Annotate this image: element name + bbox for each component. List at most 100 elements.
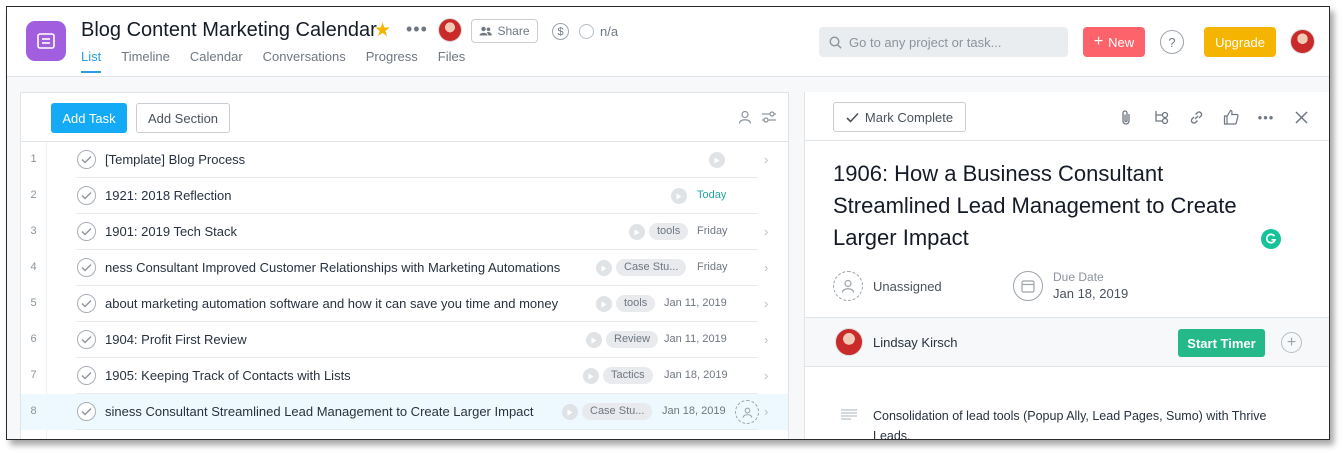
more-options-icon[interactable]: ••• [406, 19, 428, 40]
complete-checkmark-icon[interactable] [77, 294, 96, 313]
task-name-cell[interactable]: siness Consultant Streamlined Lead Manag… [105, 403, 589, 421]
due-date-value[interactable]: Jan 18, 2019 [1053, 286, 1128, 301]
tab-list[interactable]: List [81, 49, 102, 73]
star-icon[interactable]: ★ [374, 19, 391, 42]
play-timer-icon[interactable] [629, 224, 645, 240]
subtask-icon[interactable] [1152, 108, 1170, 126]
tab-calendar[interactable]: Calendar [190, 49, 243, 73]
tag-badge[interactable]: Case Stu... [582, 403, 653, 420]
person-filter-icon[interactable] [738, 110, 752, 124]
tab-conversations[interactable]: Conversations [263, 49, 346, 73]
due-date[interactable]: Jan 18, 2019 [662, 405, 726, 417]
project-owner-avatar[interactable] [438, 18, 462, 42]
task-row[interactable]: 7 1905: Keeping Track of Contacts with Li… [21, 358, 788, 394]
complete-checkmark-icon[interactable] [77, 330, 96, 349]
play-timer-icon[interactable] [586, 332, 602, 348]
task-title[interactable]: 1906: How a Business Consultant Streamli… [833, 158, 1283, 254]
due-date[interactable]: Friday [697, 225, 728, 237]
tag-badge[interactable]: Tactics [603, 367, 653, 384]
timer-user-name: Lindsay Kirsch [873, 335, 958, 350]
check-icon [846, 112, 859, 123]
add-timer-icon[interactable]: + [1281, 332, 1302, 353]
play-timer-icon[interactable] [596, 260, 612, 276]
tag-badge[interactable]: tools [616, 295, 656, 312]
due-date[interactable]: Jan 11, 2019 [664, 333, 727, 345]
due-date[interactable]: Jan 11, 2019 [664, 297, 727, 309]
task-name-cell[interactable]: [Template] Blog Process [105, 151, 589, 169]
row-number: 1 [30, 153, 37, 165]
task-name-cell[interactable]: 1901: 2019 Tech Stack [105, 223, 589, 241]
play-timer-icon[interactable] [671, 188, 687, 204]
link-icon[interactable] [1187, 108, 1205, 126]
task-name-cell[interactable]: 1905: Keeping Track of Contacts with Lis… [105, 367, 589, 385]
chevron-right-icon[interactable]: › [764, 260, 768, 275]
share-button[interactable]: Share [471, 19, 538, 43]
play-timer-icon[interactable] [583, 368, 599, 384]
task-name: 1901: 2019 Tech Stack [105, 224, 238, 239]
project-status-text[interactable]: n/a [600, 24, 618, 39]
task-row[interactable]: 5 about marketing automation software and… [21, 286, 788, 322]
dollar-icon[interactable]: $ [552, 23, 569, 40]
chevron-right-icon[interactable]: › [764, 152, 768, 167]
play-timer-icon[interactable] [596, 296, 612, 312]
chevron-right-icon[interactable]: › [764, 368, 768, 383]
help-icon[interactable]: ? [1160, 30, 1184, 54]
chevron-right-icon[interactable]: › [764, 296, 768, 311]
row-divider [76, 429, 758, 430]
user-avatar[interactable] [1290, 29, 1315, 54]
close-icon[interactable] [1292, 108, 1310, 126]
assignee-icon[interactable] [735, 400, 759, 424]
play-timer-icon[interactable] [709, 152, 725, 168]
sort-icon[interactable] [761, 110, 777, 124]
assignee-text[interactable]: Unassigned [873, 279, 942, 294]
mark-complete-button[interactable]: Mark Complete [833, 102, 966, 132]
tab-progress[interactable]: Progress [366, 49, 418, 73]
like-icon[interactable] [1222, 108, 1240, 126]
task-name-cell[interactable]: 1904: Profit First Review [105, 331, 589, 349]
task-row[interactable]: 3 1901: 2019 Tech Stack tools Friday › [21, 214, 788, 250]
new-button[interactable]: + New [1083, 27, 1145, 57]
search-input[interactable]: Go to any project or task... [819, 27, 1068, 57]
add-task-button[interactable]: Add Task [51, 103, 127, 133]
calendar-icon[interactable] [1013, 271, 1043, 301]
complete-checkmark-icon[interactable] [77, 150, 96, 169]
grammarly-icon[interactable] [1261, 229, 1281, 249]
play-timer-icon[interactable] [562, 404, 578, 420]
chevron-right-icon[interactable]: › [764, 332, 768, 347]
complete-checkmark-icon[interactable] [77, 222, 96, 241]
status-circle-icon[interactable] [579, 24, 594, 39]
project-list-icon[interactable] [26, 21, 66, 61]
due-date[interactable]: Jan 18, 2019 [664, 369, 728, 381]
task-description[interactable]: Consolidation of lead tools (Popup Ally,… [873, 406, 1293, 439]
tab-files[interactable]: Files [438, 49, 465, 73]
task-row[interactable]: 6 1904: Profit First Review Review Jan 11, … [21, 322, 788, 358]
complete-checkmark-icon[interactable] [77, 402, 96, 421]
chevron-right-icon[interactable]: › [764, 404, 768, 419]
task-row[interactable]: 2 1921: 2018 Reflection Today [21, 178, 788, 214]
add-section-button[interactable]: Add Section [136, 103, 230, 133]
task-name: 1904: Profit First Review [105, 332, 247, 347]
task-name-cell[interactable]: 1921: 2018 Reflection [105, 187, 589, 205]
task-list-pane: Add Task Add Section 1 [Template] Blog Pr… [20, 92, 789, 439]
task-row[interactable]: 1 [Template] Blog Process › [21, 142, 788, 178]
chevron-right-icon[interactable]: › [764, 224, 768, 239]
tag-badge[interactable]: tools [649, 223, 689, 240]
complete-checkmark-icon[interactable] [77, 258, 96, 277]
tag-badge[interactable]: Review [606, 331, 659, 348]
tag-badge[interactable]: Case Stu... [616, 259, 687, 276]
complete-checkmark-icon[interactable] [77, 186, 96, 205]
assignee-icon[interactable] [833, 271, 863, 301]
task-name-cell[interactable]: about marketing automation software and … [105, 295, 589, 313]
task-row[interactable]: 8 siness Consultant Streamlined Lead Mana… [21, 394, 788, 430]
due-date[interactable]: Friday [697, 261, 728, 273]
attachment-icon[interactable] [1117, 108, 1135, 126]
start-timer-button[interactable]: Start Timer [1178, 329, 1265, 357]
upgrade-button[interactable]: Upgrade [1204, 27, 1276, 57]
more-actions-icon[interactable]: ••• [1257, 108, 1275, 126]
task-name-cell[interactable]: ness Consultant Improved Customer Relati… [105, 259, 589, 277]
task-name: 1905: Keeping Track of Contacts with Lis… [105, 368, 351, 383]
complete-checkmark-icon[interactable] [77, 366, 96, 385]
tab-timeline[interactable]: Timeline [121, 49, 170, 73]
task-row[interactable]: 4 ness Consultant Improved Customer Relat… [21, 250, 788, 286]
due-date[interactable]: Today [697, 189, 726, 201]
